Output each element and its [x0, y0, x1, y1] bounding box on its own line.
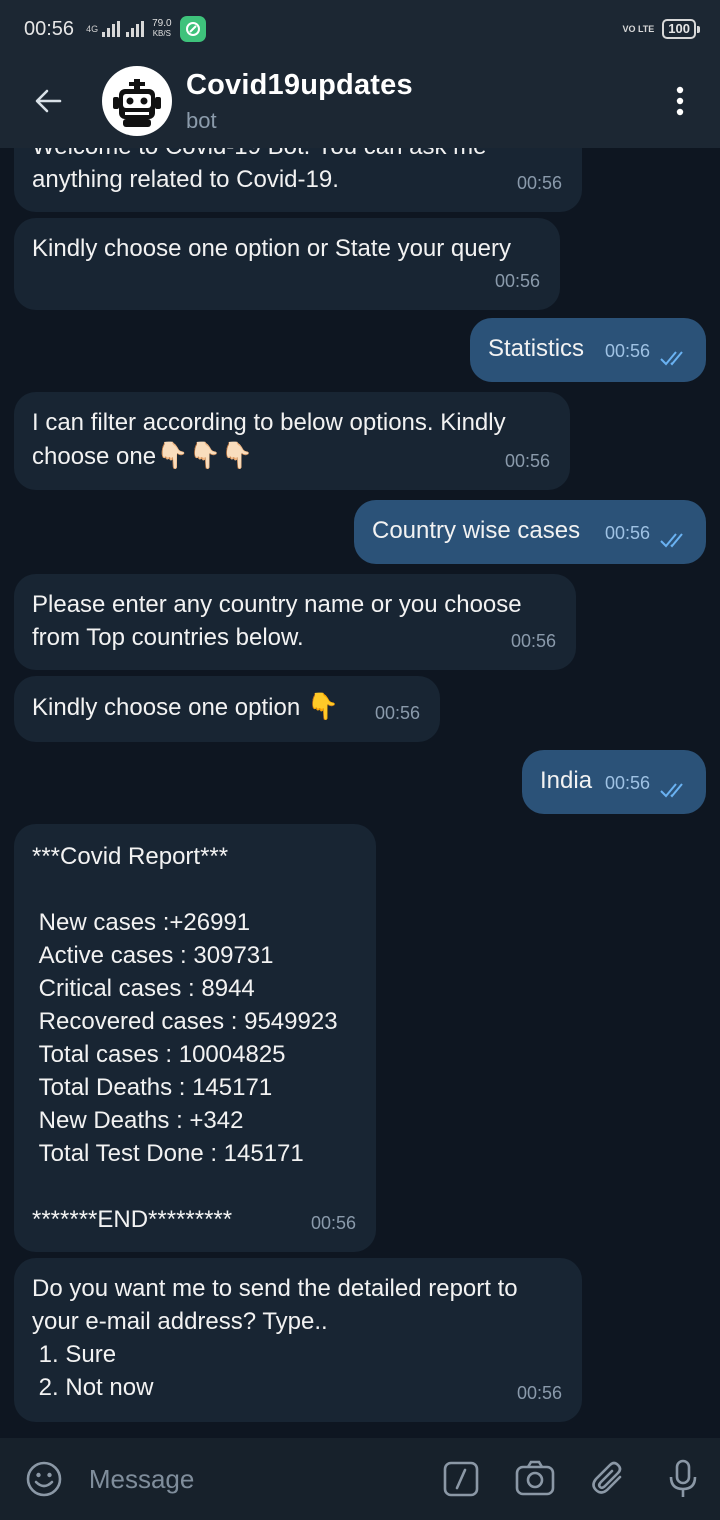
voice-message-button[interactable]: [646, 1438, 720, 1520]
message-list[interactable]: Welcome to Covid-19 Bot. You can ask me …: [0, 148, 720, 1438]
message-time: 00:56: [604, 523, 650, 543]
message-time: 00:56: [510, 631, 556, 651]
chat-title: Covid19updates: [186, 68, 413, 101]
message-text: Welcome to Covid-19 Bot. You can ask me …: [32, 148, 486, 193]
pointing-down-emoji: 👇: [306, 691, 340, 721]
camera-icon: [515, 1460, 555, 1496]
double-check-icon: [660, 351, 683, 366]
camera-button[interactable]: [498, 1438, 572, 1520]
smiley-icon: [27, 1461, 62, 1497]
report-text: ***Covid Report*** New cases :+26991 Act…: [32, 843, 338, 1233]
message-incoming[interactable]: Kindly choose one option or State your q…: [14, 218, 560, 310]
message-outgoing[interactable]: India 00:56: [522, 750, 706, 814]
avatar[interactable]: [102, 66, 172, 136]
message-text: Statistics: [488, 335, 585, 362]
message-outgoing[interactable]: Country wise cases 00:56: [354, 500, 706, 564]
emoji-button[interactable]: [0, 1438, 89, 1520]
paperclip-icon: [592, 1461, 622, 1494]
message-incoming[interactable]: Please enter any country name or you cho…: [14, 574, 576, 670]
double-check-icon: [660, 783, 683, 798]
message-text: Kindly choose one option or State your q…: [32, 235, 511, 262]
message-composer: [0, 1438, 720, 1520]
chat-info[interactable]: Covid19updates bot: [186, 69, 413, 134]
message-time: 00:56: [504, 451, 550, 471]
battery-icon: 100: [662, 19, 700, 39]
message-incoming[interactable]: Kindly choose one option 👇 00:56: [14, 676, 440, 742]
arrow-left-icon: [35, 89, 62, 113]
message-text: Do you want me to send the detailed repo…: [32, 1275, 518, 1401]
status-time: 00:56: [24, 17, 75, 40]
more-vertical-icon: [676, 86, 684, 116]
status-bar: 00:56 4G 79.0 KB/S VO LTE 100: [0, 0, 720, 58]
message-text: I can filter according to below options.…: [32, 406, 552, 473]
more-options-button[interactable]: [640, 54, 720, 148]
back-button[interactable]: [0, 54, 96, 148]
robot-icon: [107, 71, 167, 131]
chat-header: Covid19updates bot: [0, 54, 720, 148]
message-time: 00:56: [604, 341, 650, 361]
message-outgoing[interactable]: Statistics 00:56: [470, 318, 706, 382]
microphone-icon: [669, 1459, 697, 1497]
signal-icon: [102, 21, 121, 37]
message-incoming[interactable]: Welcome to Covid-19 Bot. You can ask me …: [14, 148, 582, 212]
message-time: 00:56: [310, 1213, 356, 1233]
network-speed: 79.0 KB/S: [152, 19, 171, 39]
network-type: 4G: [86, 23, 99, 34]
message-time: 00:56: [604, 773, 650, 793]
message-incoming[interactable]: ***Covid Report*** New cases :+26991 Act…: [14, 824, 376, 1252]
speed-value: 79.0: [152, 18, 172, 29]
volte-icon: VO LTE: [622, 23, 655, 34]
message-incoming[interactable]: I can filter according to below options.…: [14, 392, 570, 490]
app-notification-icon: [179, 16, 206, 42]
message-text-content: I can filter according to below options.…: [32, 409, 506, 470]
battery-level: 100: [668, 21, 690, 36]
message-input[interactable]: [88, 1449, 424, 1509]
status-right: VO LTE 100: [622, 19, 700, 39]
slash-command-icon: [443, 1461, 479, 1497]
message-incoming[interactable]: Do you want me to send the detailed repo…: [14, 1258, 582, 1422]
double-check-icon: [660, 533, 683, 548]
message-text: Please enter any country name or you cho…: [32, 591, 522, 651]
signal-icon-2: [126, 21, 145, 37]
bot-commands-button[interactable]: [424, 1438, 498, 1520]
message-time: 00:56: [516, 173, 562, 193]
message-time: 00:56: [494, 271, 540, 291]
pointing-down-emoji: 👇🏻👇🏻👇🏻: [156, 440, 254, 470]
message-time: 00:56: [516, 1383, 562, 1403]
attach-button[interactable]: [572, 1438, 646, 1520]
message-text-content: Kindly choose one option: [32, 694, 301, 721]
speed-unit: KB/S: [152, 29, 171, 38]
message-text: Kindly choose one option 👇: [32, 690, 422, 724]
chat-subtitle: bot: [186, 107, 217, 133]
message-time: 00:56: [374, 703, 420, 723]
